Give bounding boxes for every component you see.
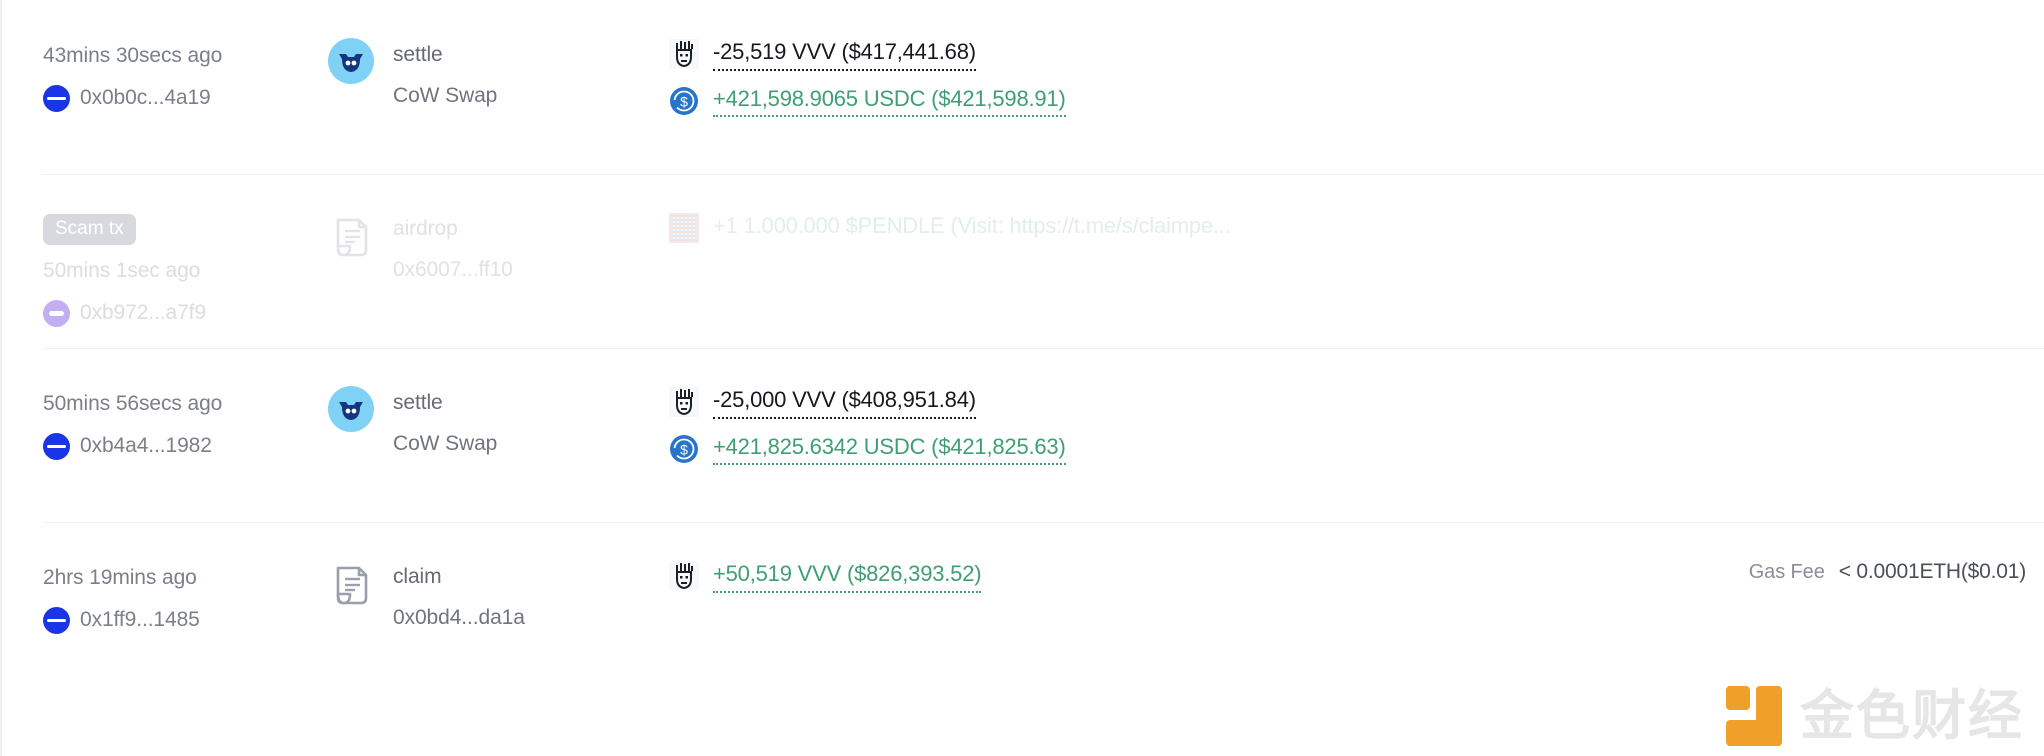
watermark-text: 金色财经 [1800,684,2024,747]
tx-amount-line: +1 1.000.000 $PENDLE (Visit: https://t.m… [669,212,2044,245]
tx-method-target[interactable]: CoW Swap [393,429,497,459]
transaction-row[interactable]: Scam tx 50mins 1sec ago 0xb972...a7f9 airdr… [10,174,2044,348]
tx-timestamp: 50mins 56secs ago [43,392,223,415]
tx-time-and-hash: 43mins 30secs ago 0x0b0c...4a19 [43,0,328,112]
tx-amount-line: $ +421,825.6342 USDC ($421,825.63) [669,433,2044,466]
tx-amount-line: -25,000 VVV ($408,951.84) [669,386,2044,419]
tx-hash-line[interactable]: 0xb4a4...1982 [43,432,328,460]
chain-circle-icon [43,299,70,327]
contract-document-icon [328,212,374,258]
cow-swap-icon [328,38,374,84]
tx-timestamp: 50mins 1sec ago [43,259,201,282]
tx-amounts-column: +1 1.000.000 $PENDLE (Visit: https://t.m… [663,174,2044,259]
tx-method-column: claim 0x0bd4...da1a [328,522,663,634]
tx-method-column: airdrop 0x6007...ff10 [328,174,663,286]
tx-time-and-hash: 50mins 56secs ago 0xb4a4...1982 [43,348,328,460]
vvv-token-icon [669,561,699,592]
tx-hash-line[interactable]: 0xb972...a7f9 [43,299,328,327]
tx-timestamp: 2hrs 19mins ago [43,566,197,589]
cow-swap-icon [328,386,374,432]
tx-method-column: settle CoW Swap [328,348,663,460]
chain-circle-icon [43,606,70,634]
tx-hash-line[interactable]: 0x1ff9...1485 [43,606,328,634]
tx-amount-line: -25,519 VVV ($417,441.68) [669,38,2044,71]
usdc-token-icon: $ [669,86,699,116]
tx-timestamp: 43mins 30secs ago [43,44,223,67]
tx-hash-link[interactable]: 0x1ff9...1485 [80,608,200,632]
tx-method-name: settle [393,391,443,414]
gas-fee-value: < 0.0001ETH($0.01) [1838,560,2026,583]
tx-method-name: airdrop [393,217,458,240]
tx-method-column: settle CoW Swap [328,0,663,112]
gas-fee: Gas Fee < 0.0001ETH($0.01) [1749,560,2026,584]
tx-amounts-column: -25,519 VVV ($417,441.68) $ +421,598.9065 … [663,0,2044,131]
chain-circle-icon [43,432,70,460]
vvv-token-icon [669,39,699,70]
tx-amount-value[interactable]: -25,519 VVV ($417,441.68) [713,38,976,71]
method-labels: claim 0x0bd4...da1a [393,560,525,634]
tx-time-and-hash: 2hrs 19mins ago 0x1ff9...1485 [43,522,328,634]
tx-hash-link[interactable]: 0xb4a4...1982 [80,434,212,458]
transaction-row[interactable]: 2hrs 19mins ago 0x1ff9...1485 claim 0x0bd4.… [10,522,2044,696]
tx-method-target[interactable]: CoW Swap [393,81,497,111]
transaction-row[interactable]: 43mins 30secs ago 0x0b0c...4a19 settle CoW … [10,0,2044,174]
tx-amounts-column: -25,000 VVV ($408,951.84) $ +421,825.6342 … [663,348,2044,479]
tx-amount-value[interactable]: +50,519 VVV ($826,393.52) [713,560,982,593]
tx-amount-value[interactable]: -25,000 VVV ($408,951.84) [713,386,976,419]
tx-hash-link[interactable]: 0xb972...a7f9 [80,301,206,325]
tx-method-name: claim [393,565,442,588]
method-labels: settle CoW Swap [393,386,497,460]
chain-circle-icon [43,84,70,112]
tx-amount-value[interactable]: +421,825.6342 USDC ($421,825.63) [713,433,1066,466]
tx-amount-line: $ +421,598.9065 USDC ($421,598.91) [669,85,2044,118]
method-labels: airdrop 0x6007...ff10 [393,212,513,286]
svg-text:$: $ [680,93,688,109]
tx-time-and-hash: Scam tx 50mins 1sec ago 0xb972...a7f9 [43,174,328,327]
usdc-token-icon: $ [669,434,699,464]
transaction-row[interactable]: 50mins 56secs ago 0xb4a4...1982 settle CoW … [10,348,2044,522]
method-labels: settle CoW Swap [393,38,497,112]
svg-text:$: $ [680,441,688,457]
scam-badge: Scam tx [43,214,136,245]
tx-hash-link[interactable]: 0x0b0c...4a19 [80,86,211,110]
tx-hash-line[interactable]: 0x0b0c...4a19 [43,84,328,112]
tx-amount-value[interactable]: +1 1.000.000 $PENDLE (Visit: https://t.m… [713,212,1231,245]
qr-code-icon [669,213,699,244]
contract-document-icon [328,560,374,606]
vvv-token-icon [669,387,699,418]
tx-method-target[interactable]: 0x0bd4...da1a [393,603,525,633]
tx-method-target[interactable]: 0x6007...ff10 [393,255,513,285]
transaction-list: 43mins 30secs ago 0x0b0c...4a19 settle CoW … [0,0,2044,756]
tx-amount-value[interactable]: +421,598.9065 USDC ($421,598.91) [713,85,1066,118]
tx-method-name: settle [393,43,443,66]
gas-fee-label: Gas Fee [1748,561,1825,583]
